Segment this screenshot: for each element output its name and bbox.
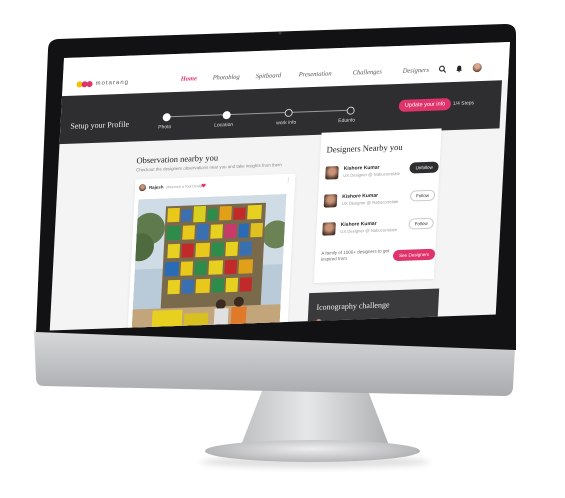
designers-family-text: A family of 1000+ designers to get inspi… [320, 248, 390, 262]
designer-role: UX Designer @ Nabucorrelate [340, 227, 398, 235]
steps-progress: 1/4 Steps [452, 100, 475, 108]
brand-name: motarang [95, 79, 130, 87]
observation-post-card[interactable]: Rajesh observed a Tool Design ⋮ [126, 173, 296, 331]
market-photo-illustration [130, 193, 287, 331]
nav-designers[interactable]: Designers [402, 67, 429, 75]
iconography-title: Iconography challenge [316, 300, 390, 312]
post-author-name[interactable]: Rajesh [149, 184, 164, 190]
imac-scene: motarang Home Photoblog Spitboard Presen… [0, 0, 565, 498]
designer-avatar[interactable] [325, 166, 339, 180]
heart-icon[interactable] [201, 183, 206, 188]
step-dot-photo[interactable] [162, 113, 171, 122]
designer-role: UX Designer @ Nabucorrelate [343, 170, 401, 178]
observation-title: Observation nearby you [136, 152, 219, 166]
step-label-eduinfo: Eduinfo [338, 117, 356, 125]
post-meta: observed a Tool Design [165, 183, 204, 189]
update-info-button[interactable]: Update your info [398, 98, 452, 112]
designer-avatar[interactable] [322, 222, 336, 236]
nav-spitboard[interactable]: Spitboard [255, 72, 281, 80]
post-photo[interactable] [130, 193, 287, 331]
see-designers-button[interactable]: See Designers [392, 248, 436, 262]
unfollow-button[interactable]: Unfollow [409, 161, 440, 174]
step-dot-eduinfo[interactable] [346, 106, 355, 115]
designer-role: UX Designer @ Nabucorrelate [341, 198, 399, 207]
designers-nearby-card: Designers Nearby you Kishore Kumar UX De… [313, 128, 442, 284]
brand-logo[interactable]: motarang [76, 80, 129, 88]
nav-photoblog[interactable]: Photoblog [212, 74, 239, 82]
nav-challenges[interactable]: Challenges [352, 69, 382, 77]
post-author-avatar[interactable] [138, 184, 147, 192]
step-label-location: Location [214, 121, 234, 129]
designers-title: Designers Nearby you [326, 141, 403, 155]
step-dot-location[interactable] [222, 110, 231, 120]
bell-icon[interactable] [455, 65, 462, 73]
camera-dot [278, 31, 282, 35]
nav-presentation[interactable]: Presentation [298, 70, 331, 78]
setup-title: Setup your Profile [70, 119, 130, 131]
more-vertical-icon[interactable]: ⋮ [285, 177, 291, 184]
avatar[interactable] [472, 62, 482, 73]
follow-button[interactable]: Follow [408, 217, 434, 230]
designer-avatar[interactable] [323, 194, 338, 208]
follow-button[interactable]: Follow [409, 189, 436, 202]
screen: motarang Home Photoblog Spitboard Presen… [49, 41, 510, 331]
step-label-photo: Photo [158, 124, 172, 131]
step-dot-work-info[interactable] [284, 108, 293, 118]
logo-dot-red [86, 80, 93, 88]
search-icon[interactable] [438, 65, 447, 73]
steps-track [165, 109, 354, 118]
step-label-work-info: work info [276, 119, 297, 127]
nav-home[interactable]: Home [180, 75, 197, 83]
